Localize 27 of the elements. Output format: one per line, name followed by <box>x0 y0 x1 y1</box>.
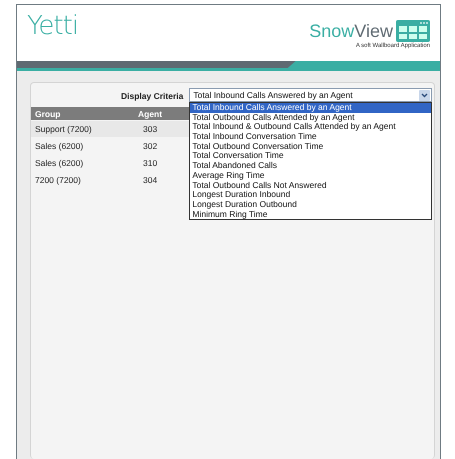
table-cell-text: Sales (6200) <box>34 141 84 151</box>
table-cell-text: 310 <box>142 158 158 168</box>
logo-text: Yetti <box>27 11 78 41</box>
dropdown-option[interactable]: Longest Duration Inbound <box>190 190 432 200</box>
dropdown-option[interactable]: Total Inbound Calls Answered by an Agent <box>190 103 432 113</box>
dropdown-option[interactable]: Total Outbound Calls Attended by an Agent <box>190 112 432 122</box>
product-name: SnowView <box>309 21 393 41</box>
dropdown-option[interactable]: Total Abandoned Calls <box>190 161 432 171</box>
criteria-label: Display Criteria <box>121 91 184 101</box>
table-cell-text: Support (7200) <box>34 124 93 134</box>
table-cell-text: 304 <box>142 175 158 185</box>
table-cell-text: 302 <box>142 141 158 151</box>
dropdown-option[interactable]: Total Outbound Calls Not Answered <box>190 180 432 190</box>
table-cell-text: Sales (6200) <box>34 158 84 168</box>
table-cell-text: 303 <box>142 124 158 134</box>
dropdown-option[interactable]: Longest Duration Outbound <box>190 200 432 210</box>
dropdown-option[interactable]: Average Ring Time <box>190 170 432 180</box>
wallboard-icon <box>396 20 430 42</box>
dropdown-option[interactable]: Total Conversation Time <box>190 151 432 162</box>
dropdown-option[interactable]: Total Inbound & Outbound Calls Attended by an Agent <box>190 122 432 132</box>
column-header[interactable]: Group <box>31 108 135 118</box>
dropdown-option[interactable]: Total Outbound Conversation Time <box>190 142 432 152</box>
table-cell-text: 7200 (7200) <box>34 175 82 185</box>
dropdown-option[interactable]: Minimum Ring Time <box>190 210 432 220</box>
criteria-dropdown[interactable]: Total Inbound Calls Answered by an Agent <box>189 88 432 102</box>
column-header[interactable]: Agent <box>135 108 188 118</box>
chevron-down-icon <box>419 90 430 100</box>
